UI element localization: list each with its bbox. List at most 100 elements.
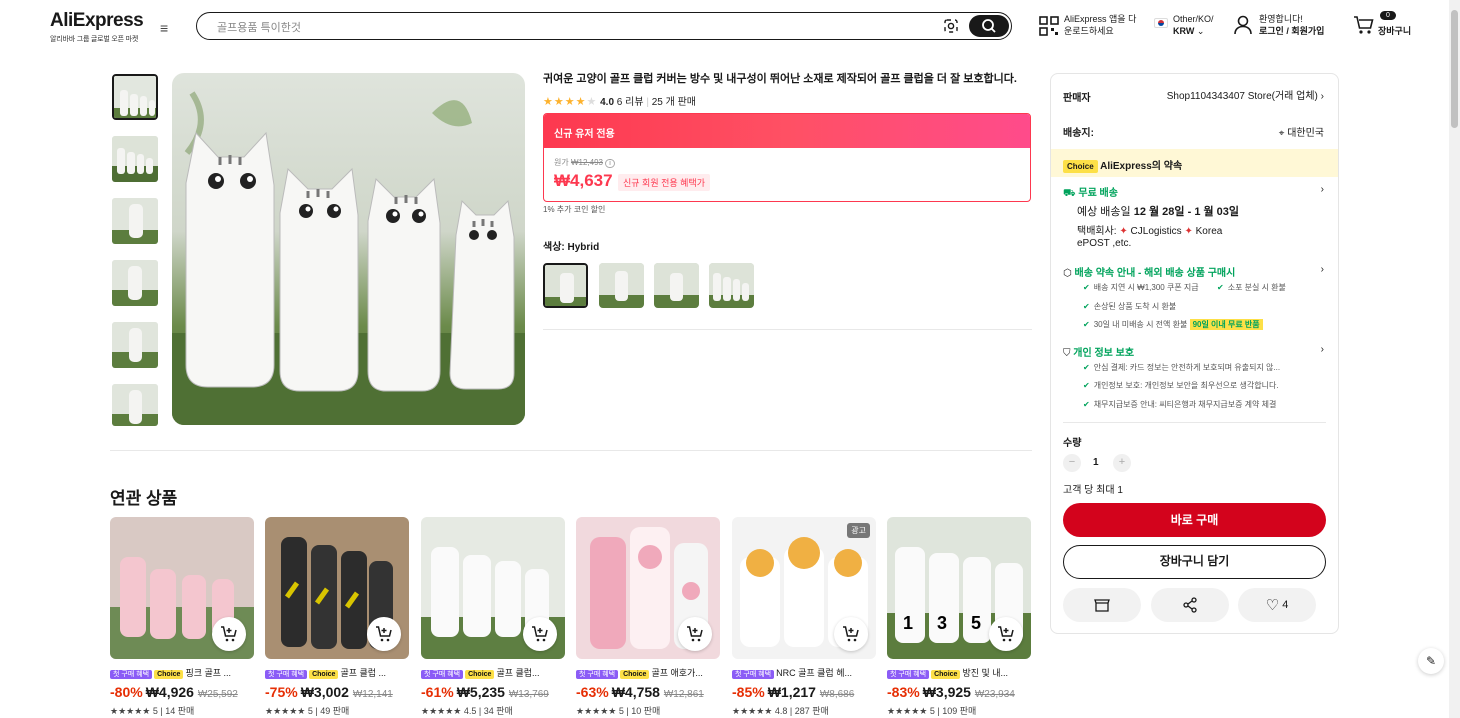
gallery-thumb[interactable] [112,322,158,368]
gallery-thumb[interactable] [112,74,158,120]
search-bar[interactable]: 골프용품 특이한것 [196,12,1012,40]
aliexpress-logo[interactable]: AliExpress 알리바바 그룹 글로벌 오픈 마켓 [50,10,144,44]
guarantee-row[interactable]: ⬡ 배송 약속 안내 - 해외 배송 상품 구매시 [1063,264,1235,279]
gallery-thumb[interactable] [112,260,158,306]
edit-button[interactable]: ✎ [1418,648,1444,674]
color-swatch[interactable] [709,263,754,308]
privacy-row[interactable]: ⛉ 개인 정보 보호 [1063,344,1134,359]
product-name: 골프 클럽 ... [340,668,387,678]
product-price: ₩5,235 [456,684,505,700]
product-card[interactable]: 1 3 5 첫 구매 혜택 Choice 방진 및 내... -83% ₩3,925 ₩23,… [887,517,1031,717]
star-rating-icon: ★★★★★ [110,706,151,716]
qr-code-icon[interactable] [1039,16,1059,41]
original-price: 원가 ₩12,493 i [554,157,615,168]
add-to-cart-icon[interactable] [367,617,401,651]
product-price-row: -61% ₩5,235 ₩13,769 [421,684,565,700]
discount-percent: -85% [732,684,765,700]
chevron-down-icon: ⌄ [1196,26,1205,36]
seller-link[interactable]: Shop1104343407 Store(거래 업체) › [1167,87,1324,102]
add-to-cart-icon[interactable] [678,617,712,651]
image-search-icon[interactable] [943,18,959,34]
scrollbar-thumb[interactable] [1451,10,1458,128]
product-card-image[interactable] [265,517,409,659]
store-button[interactable] [1063,588,1141,622]
store-icon [1094,599,1110,612]
user-icon[interactable] [1234,15,1252,40]
review-count[interactable]: 6 리뷰 [617,97,644,108]
delivery-estimate: 예상 배송일 12 월 28일 - 1 월 03일 [1077,206,1240,218]
star-rating-icon: ★★★★★ [265,706,306,716]
choice-tag: Choice [309,670,339,679]
product-card[interactable]: 첫 구매 혜택 Choice 골프 클럽... -61% ₩5,235 ₩13,769 ★… [421,517,565,717]
search-button[interactable] [969,14,1009,37]
choice-tag: Choice [154,670,184,679]
star-rating-icon: ★★★★★ [543,96,598,108]
heart-icon: ♡ [1265,597,1280,614]
divider [543,329,1032,330]
search-input[interactable]: 골프용품 특이한것 [217,19,301,35]
add-to-cart-button[interactable]: 장바구니 담기 [1063,545,1326,579]
product-price-row: -63% ₩4,758 ₩12,861 [576,684,720,700]
quantity-value[interactable]: 1 [1093,457,1099,468]
currency-label: KRW [1173,26,1195,36]
product-card[interactable]: 첫 구매 혜택 Choice 골프 클럽 ... -75% ₩3,002 ₩12,141… [265,517,409,717]
info-icon[interactable]: i [605,159,615,168]
quantity-increase-button[interactable]: + [1113,454,1131,472]
share-button[interactable] [1151,588,1229,622]
product-card[interactable]: 첫 구매 혜택 Choice 골프 애호가... -63% ₩4,758 ₩12,861… [576,517,720,717]
color-swatch[interactable] [543,263,588,308]
product-card[interactable]: 첫 구매 혜택 Choice 핑크 골프 ... -80% ₩4,926 ₩25,592… [110,517,254,717]
product-price: ₩4,926 [145,684,194,700]
product-name: 골프 클럽... [496,668,540,678]
logo-text: AliExpress [50,10,144,31]
chevron-right-icon[interactable]: › [1321,344,1324,355]
add-to-cart-icon[interactable] [212,617,246,651]
app-download[interactable]: AliExpress 앱을 다 운로드하세요 [1064,13,1136,37]
product-card-image[interactable] [110,517,254,659]
product-card[interactable]: 광고 첫 구매 혜택 NRC 골프 클럽 헤... -85% ₩1,217 ₩8,686… [732,517,876,717]
ship-to-selector[interactable]: ⌖ 대한민국 [1279,124,1324,139]
korea-flag-icon [1154,18,1168,28]
product-card-image[interactable] [421,517,565,659]
product-name: 방진 및 내... [962,668,1009,678]
quantity-label: 수량 [1063,438,1082,449]
chevron-right-icon[interactable]: › [1321,264,1324,275]
product-rating-row: ★★★★★ 5 | 49 판매 [265,706,350,716]
gallery-thumb[interactable] [112,136,158,182]
product-rating-row: ★★★★★ 4.5 | 34 판매 [421,706,513,716]
buy-now-button[interactable]: 바로 구매 [1063,503,1326,537]
rating-row[interactable]: ★★★★★ 4.0 6 리뷰 | 25 개 판매 [543,93,696,108]
menu-icon[interactable]: ≡ [160,20,168,36]
quantity-decrease-button[interactable]: − [1063,454,1081,472]
wishlist-button[interactable]: ♡ 4 [1238,588,1316,622]
cart-label[interactable]: 장바구니 [1378,25,1411,37]
add-to-cart-icon[interactable] [834,617,868,651]
cart-icon[interactable] [1353,15,1375,40]
check-icon: ✔ [1083,400,1090,409]
product-price: ₩1,217 [767,684,816,700]
product-rating-row: ★★★★★ 5 | 14 판매 [110,706,195,716]
locale-selector[interactable]: Other/KO/ KRW ⌄ [1173,13,1214,37]
related-title: 연관 상품 [110,489,178,508]
chevron-right-icon[interactable]: › [1321,184,1324,195]
product-card-image[interactable]: 1 3 5 [887,517,1031,659]
color-swatch[interactable] [599,263,644,308]
gallery-thumb[interactable] [112,198,158,244]
box-icon: ⬡ [1063,268,1072,279]
product-card-image[interactable]: 광고 [732,517,876,659]
account-menu[interactable]: 환영합니다! 로그인 / 회원가입 [1259,13,1324,37]
star-rating-icon: ★★★★★ [732,706,773,716]
sold-count: 25 개 판매 [651,97,696,108]
product-price: ₩4,758 [611,684,660,700]
logo-subtitle: 알리바바 그룹 글로벌 오픈 마켓 [50,36,139,43]
add-to-cart-icon[interactable] [523,617,557,651]
gallery-thumb[interactable] [112,384,158,426]
login-link[interactable]: 로그인 / 회원가입 [1259,26,1324,36]
color-swatch[interactable] [654,263,699,308]
product-card-title: 첫 구매 혜택 NRC 골프 클럽 헤... [732,666,876,680]
main-product-image[interactable] [172,73,525,425]
add-to-cart-icon[interactable] [989,617,1023,651]
discount-percent: -83% [887,684,920,700]
product-card-image[interactable] [576,517,720,659]
free-shipping-row[interactable]: ⛟ 무료 배송 [1063,184,1118,201]
